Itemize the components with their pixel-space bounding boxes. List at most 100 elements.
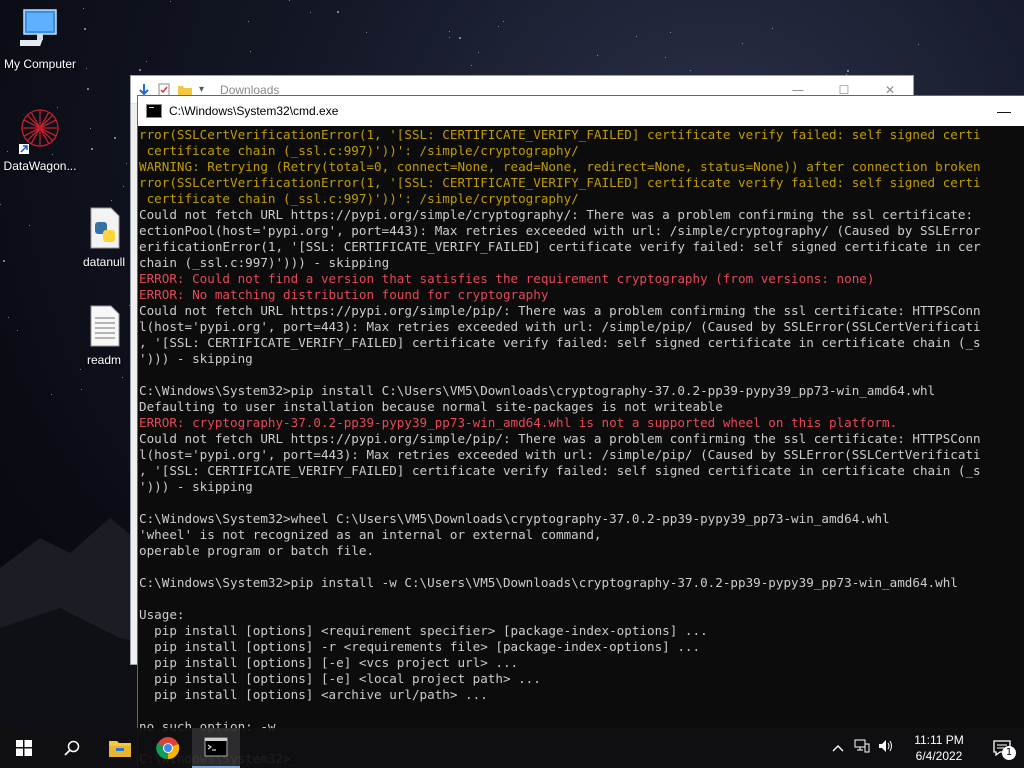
- star: [772, 28, 773, 29]
- file-explorer-icon: [109, 741, 131, 757]
- taskbar-file-explorer[interactable]: [96, 728, 144, 768]
- star: [248, 21, 249, 22]
- chevron-up-icon[interactable]: [826, 741, 850, 756]
- start-button[interactable]: [0, 728, 48, 768]
- star: [250, 51, 251, 52]
- star: [670, 32, 671, 33]
- console-line: , '[SSL: CERTIFICATE_VERIFY_FAILED] cert…: [139, 463, 981, 478]
- star: [310, 12, 311, 13]
- search-icon: [64, 740, 80, 756]
- star: [3, 260, 5, 262]
- desktop-icon-label: My Computer: [3, 57, 77, 71]
- console-line: 'wheel' is not recognized as an internal…: [139, 527, 602, 542]
- console-line: pip install [options] [-e] <vcs project …: [139, 655, 519, 670]
- console-output[interactable]: rror(SSLCertVerificationError(1, '[SSL: …: [138, 126, 1024, 768]
- datawagon-logo-icon: [19, 109, 59, 154]
- computer-icon: [14, 9, 57, 46]
- star: [636, 36, 637, 37]
- star: [17, 330, 18, 331]
- taskbar-clock[interactable]: 11:11 PM 6/4/2022: [904, 732, 974, 764]
- star: [126, 163, 127, 164]
- star: [8, 317, 9, 318]
- cmd-window-icon: [146, 104, 162, 118]
- star: [471, 65, 472, 66]
- console-line: l(host='pypi.org', port=443): Max retrie…: [139, 319, 981, 334]
- minimize-button[interactable]: —: [984, 103, 1024, 119]
- console-line: rror(SSLCertVerificationError(1, '[SSL: …: [139, 175, 981, 190]
- star: [86, 68, 87, 69]
- star: [478, 52, 479, 53]
- console-line: operable program or batch file.: [139, 543, 375, 558]
- console-line: , '[SSL: CERTIFICATE_VERIFY_FAILED] cert…: [139, 335, 981, 350]
- star: [597, 55, 598, 56]
- console-line: Usage:: [139, 607, 185, 622]
- desktop-icon-my-computer[interactable]: My Computer: [0, 8, 80, 71]
- python-file-icon: [90, 207, 120, 249]
- desktop-icon-datawagon[interactable]: DataWagon...: [0, 106, 80, 173]
- windows-logo-icon: [16, 740, 32, 756]
- search-button[interactable]: [48, 728, 96, 768]
- star: [289, 0, 290, 1]
- cmd-titlebar[interactable]: C:\Windows\System32\cmd.exe —: [138, 96, 1024, 126]
- star: [449, 31, 450, 32]
- star: [459, 37, 461, 39]
- chrome-icon: [156, 737, 180, 760]
- console-line: Could not fetch URL https://pypi.org/sim…: [139, 207, 974, 222]
- star: [114, 137, 116, 139]
- console-line: C:\Windows\System32>wheel C:\Users\VM5\D…: [139, 511, 890, 526]
- console-line: Could not fetch URL https://pypi.org/sim…: [139, 303, 981, 318]
- star: [690, 70, 691, 71]
- taskbar-chrome[interactable]: [144, 728, 192, 768]
- console-line: C:\Windows\System32>pip install C:\Users…: [139, 383, 936, 398]
- star: [146, 61, 147, 62]
- star: [87, 88, 89, 90]
- star: [170, 1, 171, 2]
- console-line: '))) - skipping: [139, 479, 253, 494]
- taskbar: 11:11 PM 6/4/2022 1: [0, 728, 1024, 768]
- console-line: certificate chain (_ssl.c:997)'))': /sim…: [139, 143, 579, 158]
- console-line: certificate chain (_ssl.c:997)'))': /sim…: [139, 191, 579, 206]
- desktop-icon-label: DataWagon...: [3, 159, 77, 173]
- star: [83, 8, 84, 9]
- star: [847, 70, 849, 72]
- star: [366, 32, 367, 33]
- volume-icon[interactable]: [874, 739, 898, 757]
- console-line: rror(SSLCertVerificationError(1, '[SSL: …: [139, 127, 981, 142]
- console-line: pip install [options] -r <requirements f…: [139, 639, 701, 654]
- console-line: C:\Windows\System32>pip install -w C:\Us…: [139, 575, 958, 590]
- star: [0, 204, 1, 205]
- console-line: ERROR: Could not find a version that sat…: [139, 271, 875, 286]
- chevron-down-icon[interactable]: ▾: [199, 84, 204, 95]
- taskbar-cmd[interactable]: [192, 728, 240, 768]
- star: [665, 57, 666, 58]
- console-line: Could not fetch URL https://pypi.org/sim…: [139, 431, 981, 446]
- clock-date: 6/4/2022: [915, 749, 963, 763]
- action-center-button[interactable]: 1: [980, 728, 1024, 768]
- console-line: pip install [options] <requirement speci…: [139, 623, 708, 638]
- star: [84, 28, 86, 30]
- star: [29, 225, 30, 226]
- console-line: ERROR: cryptography-37.0.2-pp39-pypy39_p…: [139, 415, 898, 430]
- cmd-icon: [204, 737, 228, 757]
- star: [503, 21, 504, 22]
- console-line: l(host='pypi.org', port=443): Max retrie…: [139, 447, 981, 462]
- notification-badge: 1: [1002, 746, 1016, 760]
- console-line: '))) - skipping: [139, 351, 253, 366]
- star: [111, 200, 112, 201]
- star: [498, 26, 499, 27]
- console-line: pip install [options] [-e] <local projec…: [139, 671, 541, 686]
- star: [123, 186, 124, 187]
- console-line: chain (_ssl.c:997)'))) - skipping: [139, 255, 390, 270]
- console-line: ectionPool(host='pypi.org', port=443): M…: [139, 223, 981, 238]
- star: [90, 128, 91, 129]
- cmd-window[interactable]: C:\Windows\System32\cmd.exe — rror(SSLCe…: [137, 95, 1024, 768]
- console-line: erificationError(1, '[SSL: CERTIFICATE_V…: [139, 239, 981, 254]
- console-line: WARNING: Retrying (Retry(total=0, connec…: [139, 159, 981, 174]
- console-line: pip install [options] <archive url/path>…: [139, 687, 488, 702]
- star: [337, 11, 339, 13]
- network-icon[interactable]: [850, 739, 874, 757]
